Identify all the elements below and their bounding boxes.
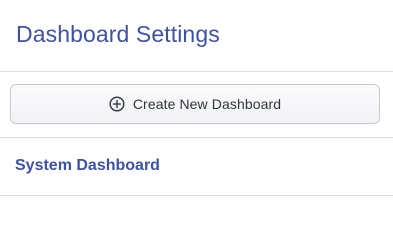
- panel-header: Dashboard Settings: [0, 0, 393, 72]
- plus-circle-icon: [109, 96, 125, 112]
- actions-row: Create New Dashboard: [0, 72, 393, 138]
- page-title: Dashboard Settings: [16, 21, 220, 47]
- create-new-dashboard-button[interactable]: Create New Dashboard: [10, 84, 380, 124]
- dashboard-list-item-system[interactable]: System Dashboard: [0, 138, 393, 196]
- dashboard-settings-panel: Dashboard Settings Create New Dashboard …: [0, 0, 393, 242]
- dashboard-item-label: System Dashboard: [15, 157, 160, 174]
- create-new-dashboard-label: Create New Dashboard: [132, 96, 282, 112]
